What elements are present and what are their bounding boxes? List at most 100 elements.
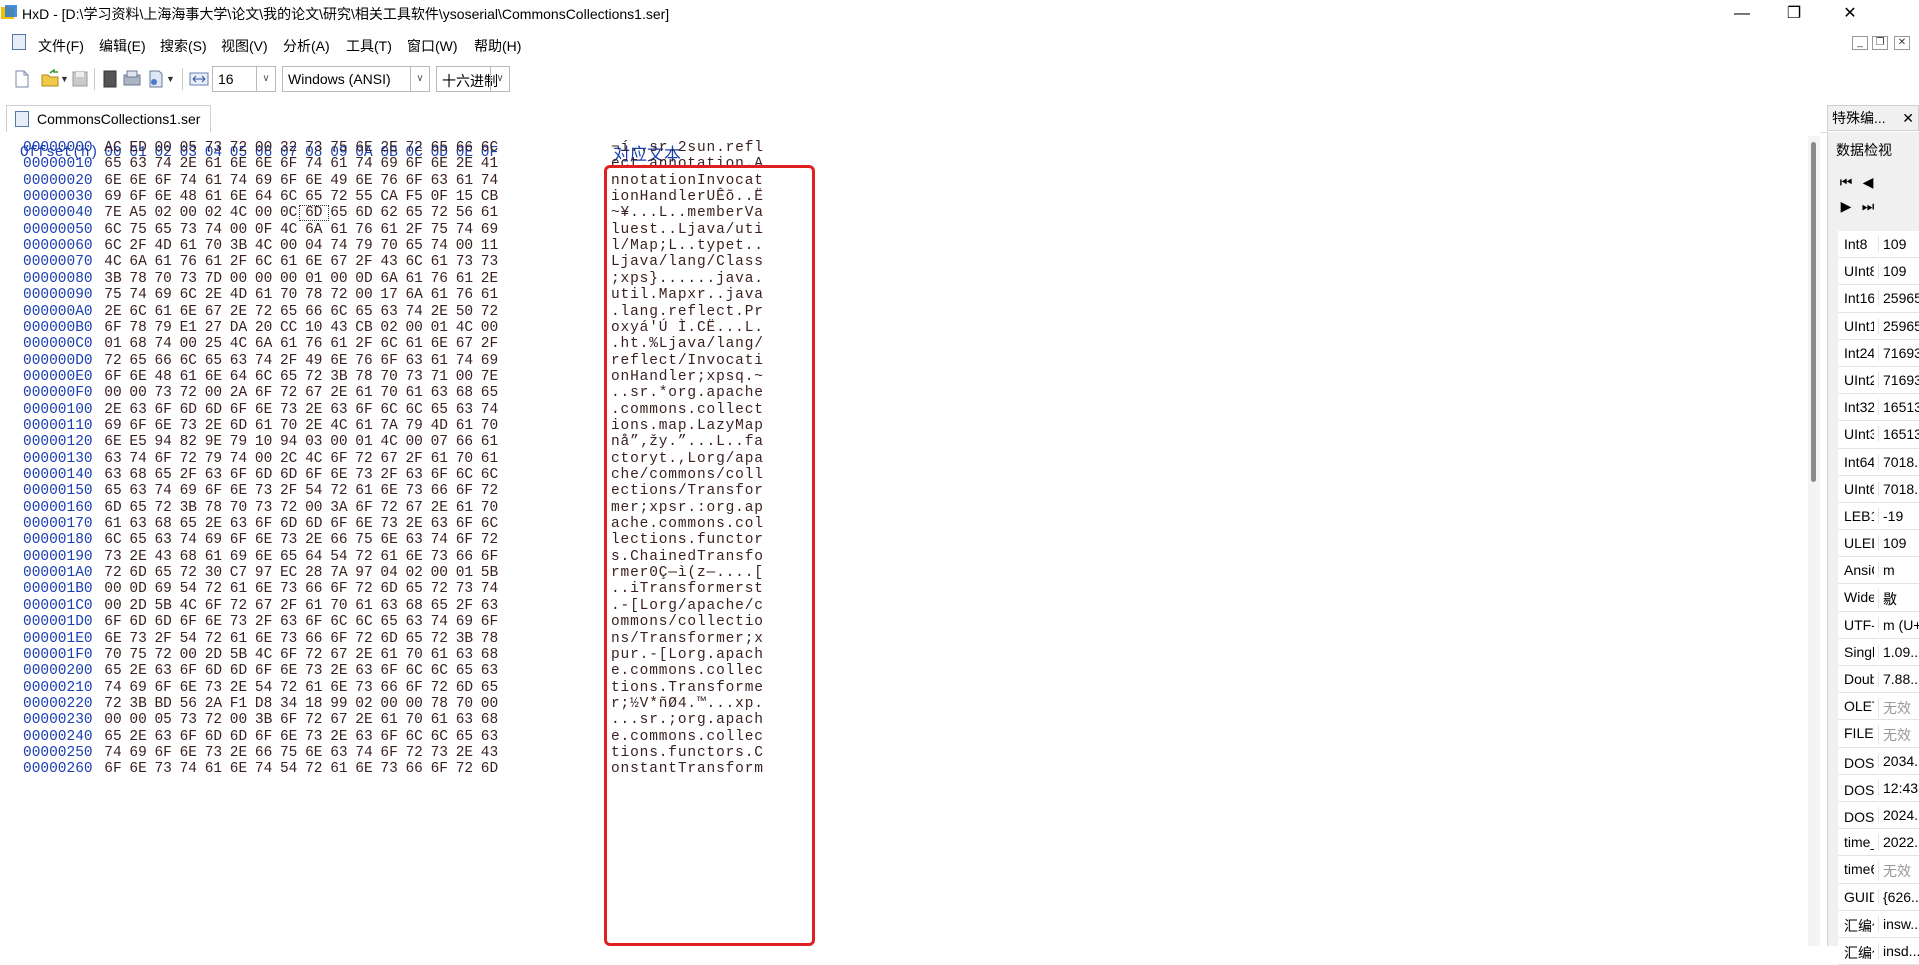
inspector-row[interactable]: UInt321651336557 [1838,421,1919,449]
hex-byte[interactable]: 63 [475,598,505,614]
inspector-value[interactable]: 7169389 [1878,371,1919,388]
inspector-row[interactable]: Single1.09... [1838,638,1919,666]
menu-view[interactable]: 视图(V) [221,36,268,56]
hex-byte[interactable]: 00 [475,320,505,336]
inspector-row[interactable]: GUID {626... [1838,883,1919,911]
inspector-row[interactable]: DOS时间12:43... [1838,774,1919,802]
inspector-value[interactable]: m [1878,562,1919,579]
inspector-value[interactable]: 敭 [1878,589,1919,610]
inspector-row[interactable]: ULEB128109 [1838,530,1919,558]
row-text[interactable]: onHandler;xpsq.~ [611,369,764,385]
row-text[interactable]: .lang.reflect.Pr [611,304,764,320]
menu-edit[interactable]: 编辑(E) [99,36,146,56]
hex-byte[interactable]: 61 [475,205,505,221]
hex-byte[interactable]: 74 [475,581,505,597]
bytes-per-row-select[interactable]: 16 ∨ [212,66,276,92]
inspector-value[interactable]: 1651336557 [1878,399,1919,416]
close-icon[interactable]: ✕ [1902,106,1914,130]
inspector-value[interactable]: 无效 [1878,698,1919,719]
open-disk-icon[interactable] [122,69,142,89]
hex-byte[interactable]: 74 [475,173,505,189]
row-text[interactable]: luest..Ljava/uti [611,222,764,238]
hex-byte[interactable]: 72 [475,532,505,548]
hex-byte[interactable]: 00 [475,696,505,712]
row-text[interactable]: r;½V*ñØ4.™...xp. [611,696,764,712]
inspector-value[interactable]: 2024... [1878,806,1919,823]
row-text[interactable]: util.Mapxr..java [611,287,764,303]
next-icon[interactable]: ▶ [1836,196,1856,216]
inspector-value[interactable]: 12:43... [1878,779,1919,796]
inspector-row[interactable]: Int321651336557 [1838,394,1919,422]
inspector-row[interactable]: FILETIME无效 [1838,720,1919,748]
new-file-icon[interactable] [12,69,32,89]
row-text[interactable]: che/commons/coll [611,467,764,483]
file-properties-icon[interactable] [146,69,166,89]
hex-row[interactable]: 00000260 6F 6E 73 74 61 6E 74 54 72 61 6E 73 66 6F 72 6D… [0,761,820,781]
hex-byte[interactable]: 5B [475,565,505,581]
row-text[interactable]: tions.Transforme [611,680,764,696]
inspector-row[interactable]: UInt1625965 [1838,312,1919,340]
document-icon[interactable] [12,34,26,50]
hex-byte[interactable]: 6F [475,549,505,565]
row-text[interactable]: ...sr.;org.apach [611,712,764,728]
inspector-row[interactable]: UInt8 109 [1838,258,1919,286]
row-text[interactable]: ~¥...L..memberVa [611,205,764,221]
inspector-row[interactable]: UInt247169389 [1838,366,1919,395]
close-button[interactable]: ✕ [1822,0,1878,28]
row-text[interactable]: ¬í..sr.2sun.refl [611,140,764,156]
hex-byte[interactable]: 78 [475,631,505,647]
inspector-value[interactable]: 2034... [1878,752,1919,769]
row-text[interactable]: ect.annotation.A [611,156,764,172]
inspector-row[interactable]: UInt647018... [1838,475,1919,503]
inspector-row[interactable]: 汇编代码insw... [1838,910,1919,938]
inspector-value[interactable]: 无效 [1878,725,1919,746]
inspector-value[interactable]: 7169389 [1878,344,1919,361]
hex-byte[interactable]: 6C [475,140,505,156]
inspector-row[interactable]: OLETIME无效 [1838,693,1919,721]
row-text[interactable]: Ljava/lang/Class [611,254,764,270]
row-text[interactable]: lections.functor [611,532,764,548]
charset-select[interactable]: Windows (ANSI) ∨ [282,66,430,92]
menu-file[interactable]: 文件(F) [38,36,84,56]
inspector-row[interactable]: LEB128-19 [1838,502,1919,531]
hex-byte[interactable]: 43 [475,745,505,761]
previous-icon[interactable]: ◀ [1858,172,1878,192]
row-text[interactable]: ctoryt.,Lorg/apa [611,451,764,467]
inspector-row[interactable]: AnsiCharm [1838,557,1919,585]
offset-base-select[interactable]: 十六进制 ∨ [436,66,510,92]
hex-byte[interactable]: 72 [475,483,505,499]
inspector-value[interactable]: 109 [1878,236,1919,252]
row-text[interactable]: ..iTransformerst [611,581,764,597]
vertical-scrollbar[interactable] [1808,136,1820,946]
properties-dropdown-icon[interactable]: ▼ [166,69,176,89]
hex-byte[interactable]: 6D [475,761,505,777]
hex-editor[interactable]: Offset(h) 00 01 02 03 04 05 06 07 08 09 0A 0B 0C 0D 0E… [0,132,1820,946]
inspector-row[interactable]: UTF-8m (U+006D) [1838,611,1919,639]
menu-help[interactable]: 帮助(H) [474,36,521,56]
hex-byte[interactable]: 2E [475,271,505,287]
minimize-button[interactable]: — [1714,0,1770,28]
row-text[interactable]: e.commons.collec [611,663,764,679]
row-text[interactable]: ionHandlerUÊõ..Ë [611,189,764,205]
hex-byte[interactable]: 61 [475,451,505,467]
mdi-close-button[interactable]: ✕ [1894,36,1910,50]
inspector-row[interactable]: Int247169389 [1838,339,1919,367]
hex-byte[interactable]: 2F [475,336,505,352]
row-text[interactable]: e.commons.collec [611,729,764,745]
inspector-value[interactable]: 25965 [1878,290,1919,307]
hex-byte[interactable]: 61 [475,287,505,303]
tab-special-editors[interactable]: 特殊编... ✕ [1827,105,1919,131]
inspector-value[interactable]: 7018... [1878,453,1919,470]
inspector-value[interactable]: insw... [1878,915,1919,932]
inspector-row[interactable]: WideChar敭 [1838,584,1919,612]
hex-byte[interactable]: 41 [475,156,505,172]
inspector-row[interactable]: Double7.88... [1838,666,1919,694]
menu-analysis[interactable]: 分析(A) [283,36,330,56]
inspector-value[interactable]: 7.88... [1878,671,1919,687]
hex-byte[interactable]: 65 [475,385,505,401]
inspector-value[interactable]: 无效 [1878,861,1919,882]
hex-byte[interactable]: 73 [475,254,505,270]
row-text[interactable]: ommons/collectio [611,614,764,630]
row-text[interactable]: .ht.%Ljava/lang/ [611,336,764,352]
hex-byte[interactable]: 63 [475,663,505,679]
